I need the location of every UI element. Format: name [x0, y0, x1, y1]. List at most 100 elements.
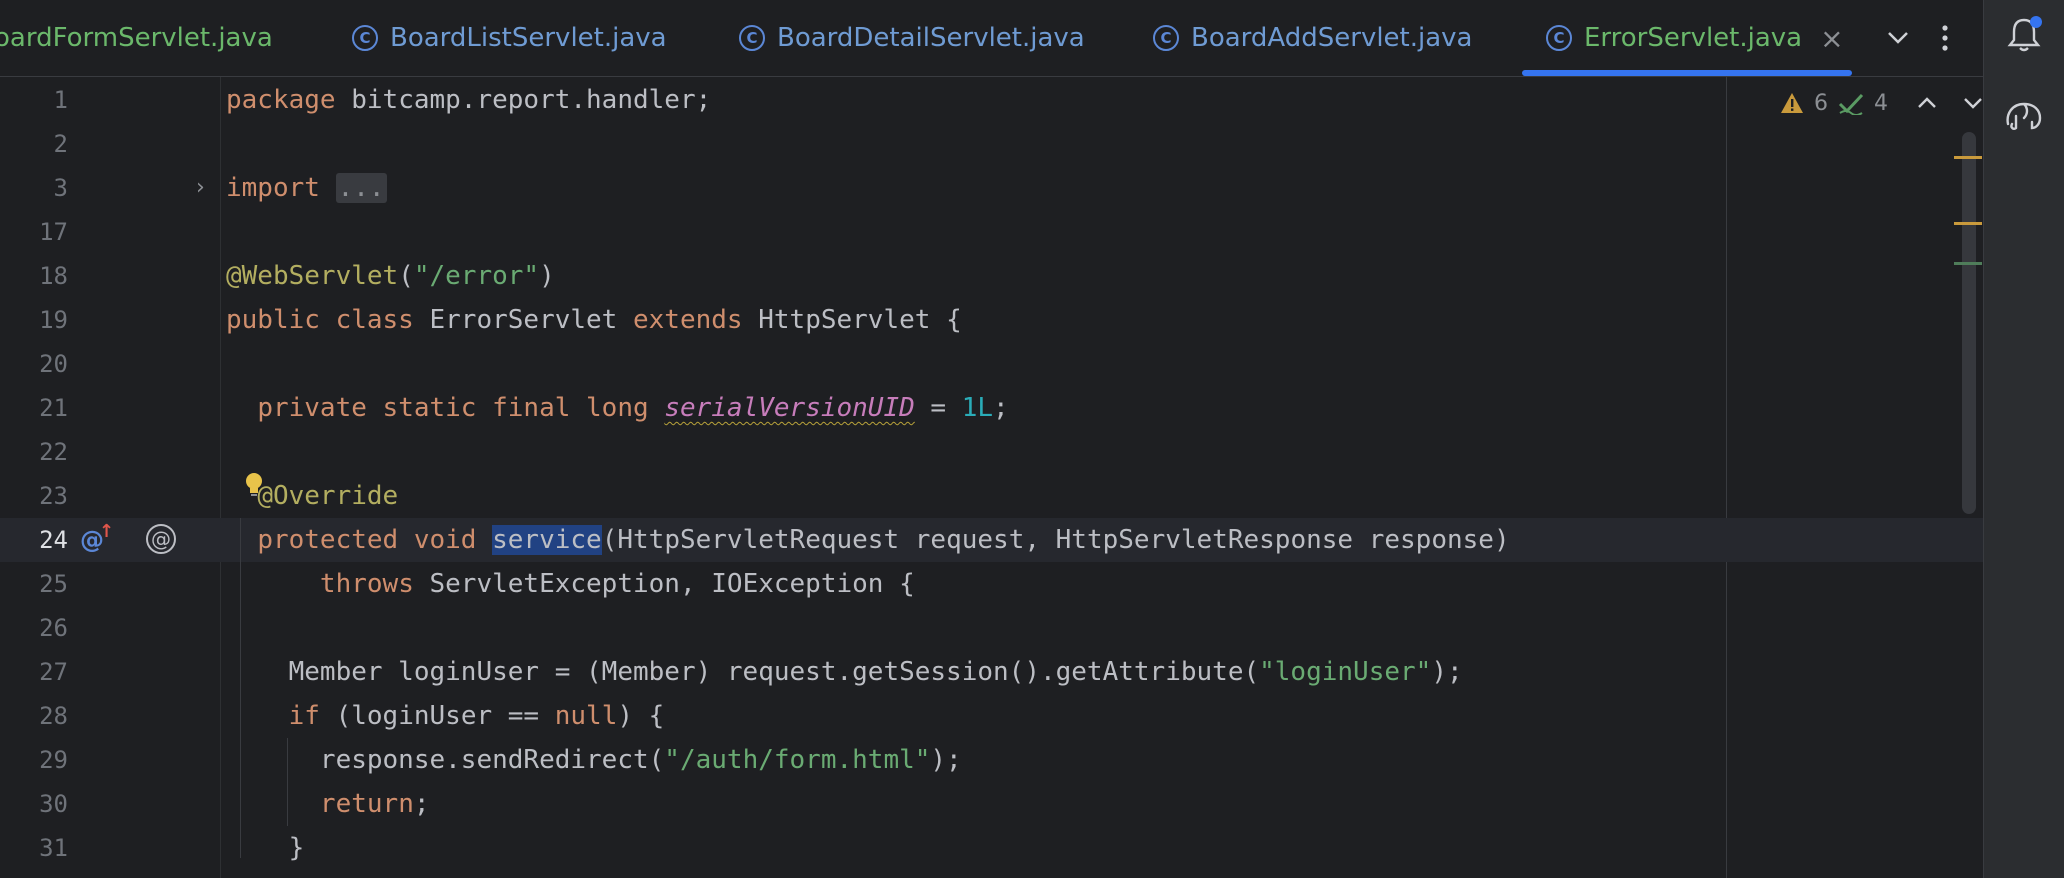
string: "loginUser" [1259, 657, 1432, 687]
tab-boardaddservlet[interactable]: C BoardAddServlet.java [1153, 0, 1472, 76]
code-line[interactable]: 2 [0, 122, 1983, 166]
token: ; [993, 393, 1009, 423]
tab-label: BoardAddServlet.java [1191, 23, 1473, 53]
line-number: 27 [39, 658, 68, 686]
tab-boardformservlet[interactable]: oardFormServlet.java [0, 0, 273, 76]
database-elephant-icon[interactable] [2002, 94, 2046, 138]
fold-expand-icon[interactable]: › [196, 174, 205, 202]
code-line[interactable]: 31 } [0, 826, 1983, 870]
line-number: 1 [53, 86, 68, 114]
notifications-bell-icon[interactable] [2004, 14, 2044, 54]
keyword: throws [319, 569, 414, 599]
code-line[interactable]: 21 private static final long serialVersi… [0, 386, 1983, 430]
code-line[interactable]: 26 [0, 606, 1983, 650]
number-literal: 1L [961, 393, 994, 423]
token: ) { [617, 701, 665, 731]
warning-marker[interactable] [1954, 222, 1982, 225]
token: } [226, 833, 305, 863]
code-line[interactable]: 28 if (loginUser == null) { [0, 694, 1983, 738]
info-marker[interactable] [1954, 262, 1982, 265]
code-text: @Override [226, 474, 398, 518]
token: ); [1431, 657, 1463, 687]
token: ) [539, 261, 555, 291]
code-text: package bitcamp.report.handler; [226, 78, 711, 122]
code-text: private static final long serialVersionU… [226, 386, 1009, 430]
vertical-scrollbar[interactable] [1962, 132, 1976, 514]
chevron-down-icon[interactable] [1878, 18, 1918, 58]
annotation: @Override [257, 481, 399, 511]
tab-boardlistservlet[interactable]: C BoardListServlet.java [352, 0, 667, 76]
override-icon[interactable]: @ [146, 524, 176, 554]
line-number: 31 [39, 834, 68, 862]
keyword: extends [633, 305, 743, 335]
warning-icon [1781, 93, 1803, 113]
code-line[interactable]: 19 public class ErrorServlet extends Htt… [0, 298, 1983, 342]
keyword: import [226, 173, 320, 203]
token: HttpServlet { [742, 305, 962, 335]
class-icon: C [1546, 25, 1572, 51]
code-line[interactable]: 3 › import ... [0, 166, 1983, 210]
typo-count: 4 [1874, 90, 1888, 116]
line-number: 23 [39, 482, 68, 510]
token: ( [398, 261, 414, 291]
right-tool-window-bar [1983, 0, 2064, 878]
code-text: protected void service(HttpServletReques… [226, 518, 1510, 562]
code-text: Member loginUser = (Member) request.getS… [226, 650, 1463, 694]
keyword: protected void [257, 525, 477, 555]
code-line[interactable]: 17 [0, 210, 1983, 254]
token: ServletException, IOException { [413, 569, 915, 599]
line-number: 21 [39, 394, 68, 422]
code-text: throws ServletException, IOException { [226, 562, 915, 606]
code-line[interactable]: 25 throws ServletException, IOException … [0, 562, 1983, 606]
close-icon[interactable]: × [1820, 22, 1843, 55]
keyword: if [288, 701, 320, 731]
line-number: 18 [39, 262, 68, 290]
selected-identifier[interactable]: service [492, 525, 602, 555]
code-text: if (loginUser == null) { [226, 694, 665, 738]
active-tab-indicator [1522, 70, 1852, 76]
tab-errorservlet[interactable]: C ErrorServlet.java × [1546, 0, 1844, 76]
check-icon [1838, 93, 1864, 115]
code-line[interactable]: 30 return; [0, 782, 1983, 826]
class-icon: C [352, 25, 378, 51]
tab-label: BoardListServlet.java [390, 23, 667, 53]
more-vertical-icon[interactable] [1925, 18, 1965, 58]
code-line[interactable]: 27 Member loginUser = (Member) request.g… [0, 650, 1983, 694]
keyword: private static final long [257, 393, 649, 423]
code-line[interactable]: 18 @WebServlet("/error") [0, 254, 1983, 298]
indent-guide [287, 738, 288, 826]
string: "/error" [413, 261, 540, 291]
code-text: import ... [226, 166, 387, 210]
line-number: 26 [39, 614, 68, 642]
tab-boarddetailservlet[interactable]: C BoardDetailServlet.java [739, 0, 1085, 76]
tab-label: oardFormServlet.java [0, 23, 273, 53]
line-number: 22 [39, 438, 68, 466]
keyword: null [554, 701, 618, 731]
arrow-up-icon: ↑ [99, 521, 115, 542]
code-line[interactable]: 23 @Override [0, 473, 1983, 518]
code-line[interactable]: 20 [0, 342, 1983, 386]
token: ; [413, 789, 430, 819]
code-text: response.sendRedirect("/auth/form.html")… [226, 738, 962, 782]
inspection-widget[interactable]: 6 4 [1780, 88, 1984, 118]
code-line[interactable]: 1 package bitcamp.report.handler; [0, 78, 1983, 122]
keyword: return [319, 789, 414, 819]
folded-imports[interactable]: ... [335, 173, 387, 203]
token: = [914, 393, 962, 423]
static-field: serialVersionUID [664, 393, 915, 423]
editor-tab-bar: oardFormServlet.java C BoardListServlet.… [0, 0, 1983, 77]
keyword: public class [226, 305, 414, 335]
code-line-current[interactable]: 24 @ ↑ @ protected void service(HttpServ… [0, 518, 1983, 562]
warning-marker[interactable] [1954, 156, 1982, 159]
chevron-down-icon[interactable] [1962, 95, 1984, 111]
token: (loginUser == [319, 701, 555, 731]
chevron-up-icon[interactable] [1916, 95, 1938, 111]
code-line[interactable]: 29 response.sendRedirect("/auth/form.htm… [0, 738, 1983, 782]
code-line[interactable]: 22 [0, 430, 1983, 474]
code-text: @WebServlet("/error") [226, 254, 555, 298]
token: Member loginUser = (Member) request.getS… [226, 657, 1260, 687]
